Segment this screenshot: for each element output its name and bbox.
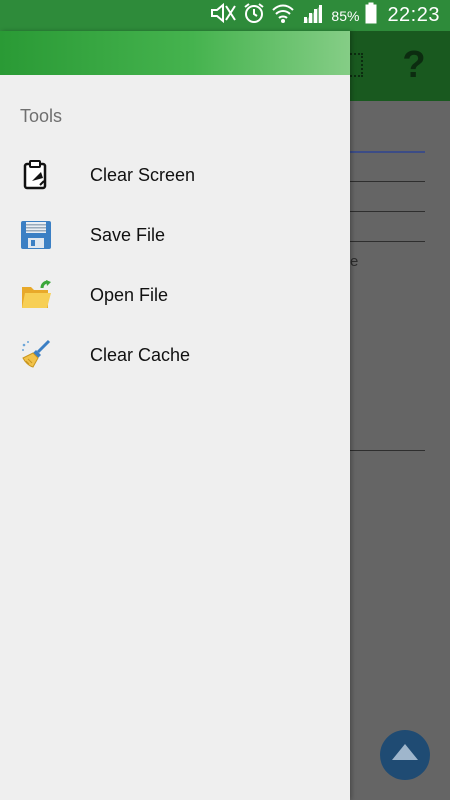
clipboard-clear-icon xyxy=(20,159,52,191)
divider xyxy=(350,211,425,212)
clock: 22:23 xyxy=(387,4,440,26)
navigation-drawer: Tools Clear Screen Save File Open File C… xyxy=(0,31,350,800)
menu-item-label: Open File xyxy=(90,284,169,305)
mute-icon xyxy=(209,2,237,28)
battery-icon xyxy=(365,2,377,29)
menu-item-open-file[interactable]: Open File xyxy=(0,265,350,325)
section-title-tools: Tools xyxy=(20,106,63,126)
divider xyxy=(350,450,425,451)
menu-item-clear-cache[interactable]: Clear Cache xyxy=(0,325,350,385)
battery-percent: 85% xyxy=(331,7,360,24)
partial-text: e xyxy=(350,253,359,270)
menu-item-clear-screen[interactable]: Clear Screen xyxy=(0,145,350,205)
wifi-icon xyxy=(271,2,295,29)
status-bar: 85% 22:23 xyxy=(0,0,450,31)
signal-icon xyxy=(301,3,323,28)
scroll-up-button[interactable] xyxy=(380,730,430,780)
menu-item-label: Clear Screen xyxy=(90,164,196,185)
divider xyxy=(350,181,425,182)
arrow-up-icon xyxy=(392,744,418,760)
drawer-header xyxy=(0,31,350,75)
menu-item-save-file[interactable]: Save File xyxy=(0,205,350,265)
help-icon[interactable]: ? xyxy=(400,45,428,85)
divider xyxy=(350,241,425,242)
alarm-icon xyxy=(243,2,265,29)
divider xyxy=(350,151,425,153)
broom-icon xyxy=(20,339,52,371)
menu-item-label: Save File xyxy=(90,224,166,245)
menu-item-label: Clear Cache xyxy=(90,344,191,365)
floppy-save-icon xyxy=(20,219,52,251)
folder-open-icon xyxy=(20,279,52,311)
